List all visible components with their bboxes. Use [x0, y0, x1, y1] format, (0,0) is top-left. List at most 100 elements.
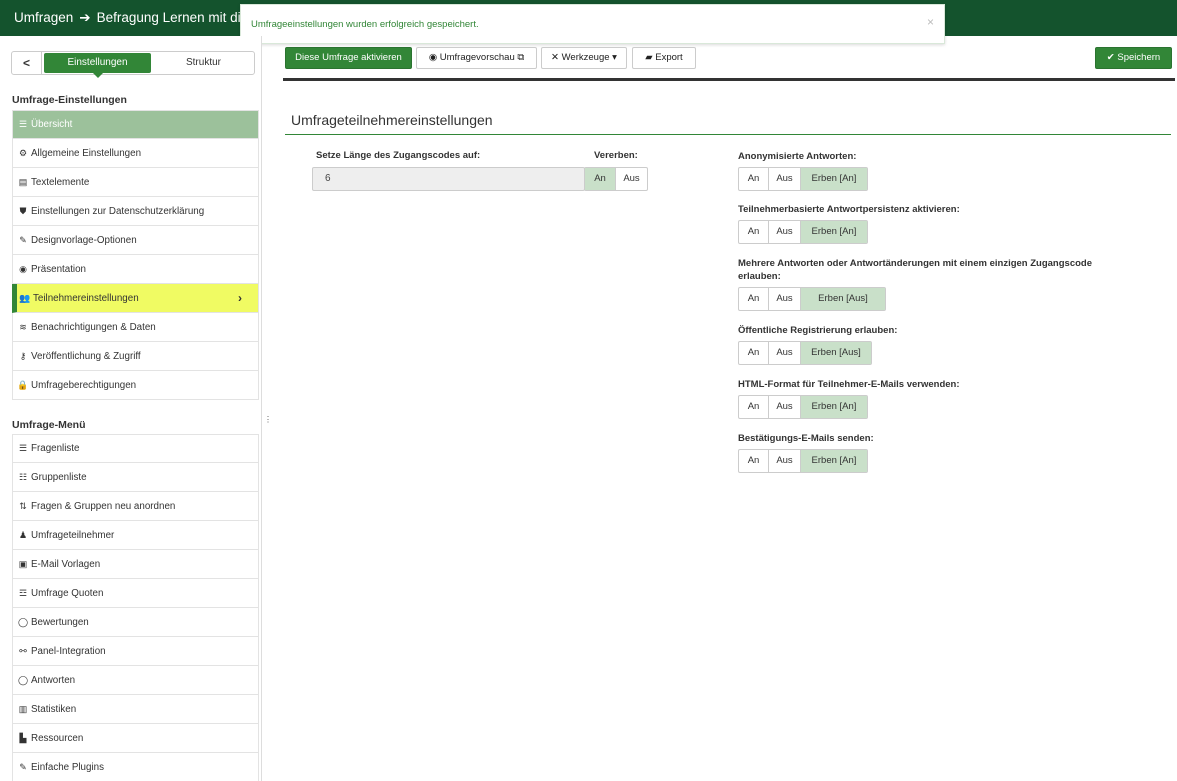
sidebar-item-label: Allgemeine Einstellungen [31, 147, 142, 159]
persistence-inherit-option[interactable]: Erben [An] [801, 221, 867, 243]
sidebar-item-survey-permissions[interactable]: 🔒 Umfrageberechtigungen [12, 371, 259, 400]
tools-label: Werkzeuge [561, 52, 610, 63]
list-icon: ☰ [18, 119, 28, 129]
notification-message: Umfrageeinstellungen wurden erfolgreich … [251, 19, 479, 30]
sidebar-item-resources[interactable]: ▙ Ressourcen [12, 724, 259, 753]
plug-icon: ✎ [19, 761, 27, 772]
file-icon: ▙ [19, 732, 27, 743]
public-registration-toggle: An Aus Erben [Aus] [738, 341, 872, 365]
sidebar-item-label: Präsentation [31, 263, 87, 275]
external-link-icon: ⧉ [514, 52, 525, 63]
inherit-on-option[interactable]: An [585, 168, 616, 190]
sidebar-item-group-list[interactable]: ☷ Gruppenliste [12, 463, 259, 492]
activate-survey-button[interactable]: Diese Umfrage aktivieren [285, 47, 412, 69]
multiple-responses-on-option[interactable]: An [739, 288, 769, 310]
title-divider [285, 134, 1171, 135]
sidebar-item-overview[interactable]: ☰ Übersicht [12, 110, 259, 139]
success-notification: Umfrageeinstellungen wurden erfolgreich … [240, 4, 945, 44]
public-registration-label: Öffentliche Registrierung erlauben: [738, 325, 898, 336]
sidebar-item-general-settings[interactable]: ⚙ Allgemeine Einstellungen [12, 139, 259, 168]
email-template-icon: ▣ [18, 558, 28, 569]
sidebar-item-label: Fragenliste [31, 443, 80, 454]
section-title-survey-settings: Umfrage-Einstellungen [12, 94, 127, 106]
sidebar-item-text-elements[interactable]: ▤ Textelemente [12, 168, 259, 197]
sidebar-item-privacy-settings[interactable]: ⛊ Einstellungen zur Datenschutzerklärung [12, 197, 259, 226]
public-registration-inherit-option[interactable]: Erben [Aus] [801, 342, 871, 364]
comment-icon: ◯ [17, 616, 29, 627]
sidebar-item-question-list[interactable]: ☰ Fragenliste [12, 434, 259, 463]
sidebar-item-label: Bewertungen [31, 616, 89, 628]
sidebar-item-simple-plugins[interactable]: ✎ Einfache Plugins [12, 753, 259, 781]
export-button[interactable]: ▰ Export [632, 47, 696, 69]
file-text-icon: ▤ [18, 176, 28, 187]
sidebar-item-responses[interactable]: ◯ Antworten [12, 666, 259, 695]
sidebar-item-email-templates[interactable]: ▣ E-Mail Vorlagen [12, 550, 259, 579]
sidebar-item-quotas[interactable]: ☲ Umfrage Quoten [12, 579, 259, 608]
tools-dropdown-button[interactable]: ✕ Werkzeuge ▾ [541, 47, 627, 69]
public-registration-on-option[interactable]: An [739, 342, 769, 364]
anonymized-toggle: An Aus Erben [An] [738, 167, 868, 191]
close-icon[interactable]: × [927, 15, 934, 29]
inherit-label: Vererben: [594, 150, 638, 161]
link-icon: ⚯ [19, 645, 27, 656]
sidebar-item-label: Umfrageberechtigungen [31, 379, 137, 391]
sidebar-tabs: < Einstellungen Struktur [11, 51, 255, 78]
inherit-off-option[interactable]: Aus [616, 168, 647, 190]
collapse-sidebar-button[interactable]: < [12, 52, 42, 74]
sidebar-item-theme-options[interactable]: ✎ Designvorlage-Optionen [12, 226, 259, 255]
tab-settings[interactable]: Einstellungen [44, 53, 151, 78]
sidebar-item-participant-settings[interactable]: 👥 Teilnehmereinstellungen › [12, 284, 259, 313]
arrow-right-icon: ➔ [79, 10, 91, 25]
breadcrumb: Umfragen ➔ Befragung Lernen mit digit [14, 0, 255, 36]
breadcrumb-surveys[interactable]: Umfragen [14, 10, 73, 25]
sidebar-item-label: Einstellungen zur Datenschutzerklärung [31, 205, 205, 217]
sidebar-item-statistics[interactable]: ▥ Statistiken [12, 695, 259, 724]
survey-settings-menu: ☰ Übersicht ⚙ Allgemeine Einstellungen ▤ Te… [12, 110, 259, 400]
html-format-label: HTML-Format für Teilnehmer-E-Mails verwe… [738, 379, 960, 390]
sidebar-item-label: Designvorlage-Optionen [31, 234, 137, 246]
public-registration-off-option[interactable]: Aus [769, 342, 801, 364]
sidebar-item-label: Textelemente [31, 176, 90, 188]
code-length-input[interactable]: 6 [312, 167, 585, 191]
sidebar-item-label: Antworten [31, 674, 76, 686]
list-icon: ☰ [18, 443, 28, 453]
sidebar-item-presentation[interactable]: ◉ Präsentation [12, 255, 259, 284]
sidebar-item-panel-integration[interactable]: ⚯ Panel-Integration [12, 637, 259, 666]
lock-icon: 🔒 [17, 379, 29, 390]
confirmation-emails-off-option[interactable]: Aus [769, 450, 801, 472]
confirmation-emails-on-option[interactable]: An [739, 450, 769, 472]
multiple-responses-inherit-option[interactable]: Erben [Aus] [801, 288, 885, 310]
html-format-on-option[interactable]: An [739, 396, 769, 418]
sidebar-item-notifications-data[interactable]: ≋ Benachrichtigungen & Daten [12, 313, 259, 342]
anonymized-inherit-option[interactable]: Erben [An] [801, 168, 867, 190]
sidebar-item-survey-participants[interactable]: ♟ Umfrageteilnehmer [12, 521, 259, 550]
persistence-off-option[interactable]: Aus [769, 221, 801, 243]
persistence-on-option[interactable]: An [739, 221, 769, 243]
check-icon: ✔ [1106, 52, 1118, 63]
sidebar-item-reorder[interactable]: ⇅ Fragen & Gruppen neu anordnen [12, 492, 259, 521]
sidebar-item-label: Gruppenliste [31, 471, 87, 483]
tab-structure[interactable]: Struktur [152, 53, 255, 73]
anonymized-off-option[interactable]: Aus [769, 168, 801, 190]
page-title: Umfrageteilnehmereinstellungen [291, 112, 493, 128]
key-icon: ⚷ [19, 350, 27, 361]
caret-down-icon: ▾ [609, 52, 617, 63]
bar-chart-icon: ▥ [18, 703, 28, 714]
save-button[interactable]: ✔ Speichern [1095, 47, 1172, 69]
toolbar-divider [283, 78, 1175, 81]
preview-survey-button[interactable]: ◉ Umfragevorschau ⧉ [416, 47, 537, 69]
sidebar-item-publication-access[interactable]: ⚷ Veröffentlichung & Zugriff [12, 342, 259, 371]
html-format-off-option[interactable]: Aus [769, 396, 801, 418]
html-format-inherit-option[interactable]: Erben [An] [801, 396, 867, 418]
confirmation-emails-inherit-option[interactable]: Erben [An] [801, 450, 867, 472]
multiple-responses-off-option[interactable]: Aus [769, 288, 801, 310]
user-icon: ♟ [18, 529, 28, 540]
save-label: Speichern [1117, 52, 1161, 63]
sidebar-item-label: Statistiken [31, 703, 77, 715]
sidebar-item-label: Fragen & Gruppen neu anordnen [31, 500, 176, 512]
breadcrumb-survey-name[interactable]: Befragung Lernen mit digit [97, 10, 255, 25]
sidebar-resize-handle[interactable]: ⋮ [264, 415, 272, 425]
sidebar-item-label: Panel-Integration [31, 645, 106, 657]
anonymized-on-option[interactable]: An [739, 168, 769, 190]
sidebar-item-assessments[interactable]: ◯ Bewertungen [12, 608, 259, 637]
